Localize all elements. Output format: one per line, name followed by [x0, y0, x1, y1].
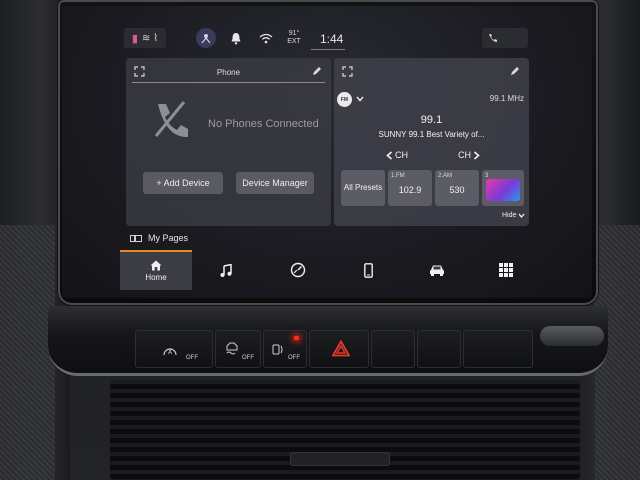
app-grid-icon — [499, 263, 513, 277]
frequency-readout: 99.1 MHz — [489, 94, 524, 103]
all-presets-label: All Presets — [343, 183, 383, 192]
preset-1-label: 1.FM — [391, 173, 405, 179]
phone-card[interactable]: Phone — [126, 58, 331, 226]
car-icon — [430, 265, 444, 276]
wifi-icon[interactable] — [257, 28, 275, 48]
climate-seat-group[interactable]: ▮ ≋ ⌇ — [124, 28, 166, 48]
channel-next-button[interactable]: CH — [458, 150, 480, 160]
bottom-nav: Home — [120, 250, 530, 290]
seat-heat-icon: ≋ — [141, 32, 151, 44]
status-bar: ▮ ≋ ⌇ 91° EXT 1:44 — [62, 22, 592, 52]
nav-phone[interactable] — [348, 250, 388, 290]
nav-apps[interactable] — [486, 250, 526, 290]
park-assist-button[interactable]: OFF — [263, 330, 307, 368]
outside-temp-value: 91° — [288, 30, 300, 37]
chevron-down-icon[interactable] — [356, 96, 364, 102]
heated-seat-icon: ⌇ — [153, 32, 159, 44]
clock-underline — [311, 49, 345, 50]
phone-disconnected-icon — [154, 101, 188, 138]
preset-2[interactable]: 2.AM 530 — [435, 170, 479, 206]
channel-prev-label: CH — [395, 150, 408, 160]
park-assist-indicator-led — [294, 336, 299, 340]
my-pages-link[interactable]: My Pages — [130, 233, 188, 243]
nav-home-label: Home — [145, 273, 167, 282]
preset-1-value: 102.9 — [398, 185, 422, 195]
hide-presets-button[interactable]: Hide — [502, 212, 525, 219]
my-pages-label: My Pages — [148, 233, 189, 243]
blank-button-3[interactable] — [463, 330, 533, 368]
chevron-left-icon — [386, 150, 393, 160]
traction-control-icon — [226, 342, 238, 355]
phone-card-title: Phone — [216, 68, 241, 77]
channel-next-label: CH — [458, 150, 471, 160]
hazard-button[interactable] — [309, 330, 369, 368]
chevron-right-icon — [473, 150, 480, 160]
traction-off-label: OFF — [242, 355, 254, 361]
edit-pencil-icon[interactable] — [510, 66, 520, 76]
nav-vehicle[interactable] — [417, 250, 457, 290]
add-device-button[interactable]: + Add Device — [143, 172, 223, 194]
preset-2-value: 530 — [449, 185, 465, 195]
phone-title-divider — [132, 82, 325, 83]
station-text: SUNNY 99.1 Best Variety of... — [378, 130, 485, 139]
preset-1[interactable]: 1.FM 102.9 — [388, 170, 432, 206]
vent-control[interactable] — [290, 452, 390, 466]
home-icon — [150, 260, 162, 271]
station-number: 99.1 — [420, 114, 443, 126]
driver-profile-icon[interactable] — [196, 28, 216, 48]
notification-bell-icon[interactable] — [228, 28, 244, 48]
band-badge[interactable]: FM — [337, 92, 352, 107]
hide-label: Hide — [502, 212, 517, 219]
auto-stop-icon: A — [163, 348, 177, 356]
nav-comfort[interactable] — [278, 250, 318, 290]
dashboard-scene: ▮ ≋ ⌇ 91° EXT 1:44 Phone No Phones Conne… — [0, 0, 640, 480]
blank-button-1[interactable] — [371, 330, 415, 368]
all-presets-button[interactable]: All Presets — [341, 170, 385, 206]
fabric-trim-left — [0, 225, 55, 480]
traction-control-button[interactable]: OFF — [215, 330, 261, 368]
auto-stop-off-label: OFF — [186, 355, 198, 361]
gauge-icon — [290, 262, 306, 278]
pages-icon — [130, 234, 142, 242]
nav-home[interactable]: Home — [120, 250, 192, 290]
auto-stop-button[interactable]: A OFF — [135, 330, 213, 368]
music-note-icon — [220, 263, 232, 277]
smartphone-icon — [363, 262, 373, 278]
chevron-down-icon — [518, 213, 525, 218]
park-assist-off-label: OFF — [288, 355, 300, 361]
expand-icon[interactable] — [342, 66, 353, 77]
outside-temp-label: EXT — [287, 38, 301, 45]
nav-media[interactable] — [206, 250, 246, 290]
station-logo-icon — [486, 179, 520, 201]
svg-text:A: A — [168, 349, 173, 356]
outside-temperature: 91° EXT — [286, 28, 302, 48]
thermometer-icon: ▮ — [131, 32, 138, 45]
blank-button-2[interactable] — [417, 330, 461, 368]
channel-prev-button[interactable]: CH — [386, 150, 408, 160]
clock: 1:44 — [320, 32, 344, 46]
hazard-icon — [332, 340, 350, 357]
preset-3[interactable]: 3 — [482, 170, 524, 206]
no-phones-message: No Phones Connected — [208, 118, 319, 130]
park-assist-icon — [272, 344, 283, 355]
preset-2-label: 2.AM — [438, 173, 453, 179]
device-manager-button[interactable]: Device Manager — [236, 172, 314, 194]
edit-pencil-icon[interactable] — [312, 66, 322, 76]
phone-status-pill[interactable] — [482, 28, 528, 48]
chrome-accent — [540, 326, 604, 346]
phone-handset-icon — [489, 34, 497, 42]
